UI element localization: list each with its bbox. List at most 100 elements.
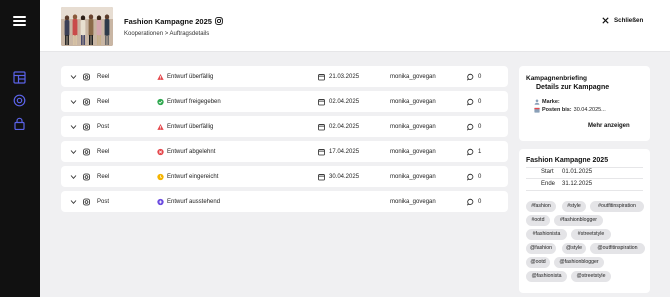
post-until-label: Posten bis: <box>542 107 572 113</box>
briefing-subheading: Details zur Kampagne <box>536 84 610 91</box>
due-date: 21.03.2025 <box>329 73 360 80</box>
hashtag-chip[interactable]: #streetstyle <box>571 229 611 240</box>
mention-chip[interactable]: @outfitinspiration <box>590 243 645 254</box>
chevron-down-icon[interactable] <box>70 149 77 154</box>
calendar-icon <box>318 173 325 180</box>
divider <box>526 178 643 179</box>
instagram-icon <box>83 73 90 80</box>
comment-count: 0 <box>478 198 482 205</box>
instagram-icon <box>83 173 90 180</box>
chevron-down-icon[interactable] <box>70 174 77 179</box>
close-label: Schließen <box>614 17 644 24</box>
comment-icon[interactable] <box>467 173 474 180</box>
comment-icon[interactable] <box>467 73 474 80</box>
mention-chip[interactable]: @fashion <box>526 243 556 254</box>
hashtag-chip[interactable]: #fashion <box>526 201 556 212</box>
due-date: 30.04.2025 <box>329 173 360 180</box>
comment-count: 0 <box>478 73 482 80</box>
deliverable-row[interactable]: Reel Entwurf abgelehnt 17.04.2025 monika… <box>61 141 508 162</box>
start-label: Start <box>541 169 554 175</box>
creator-username: monika_govegan <box>390 198 436 205</box>
plus-circle-icon <box>157 198 164 205</box>
creator-username: monika_govegan <box>390 73 436 80</box>
comment-icon[interactable] <box>467 98 474 105</box>
hashtag-chip[interactable]: #outfitinspiration <box>590 201 644 212</box>
instagram-icon <box>83 148 90 155</box>
deliverable-type: Reel <box>97 98 110 105</box>
deliverable-type: Reel <box>97 73 110 80</box>
sidebar <box>0 0 40 297</box>
chevron-down-icon[interactable] <box>70 199 77 204</box>
comment-count: 1 <box>478 148 482 155</box>
close-icon <box>602 17 609 24</box>
mention-chip[interactable]: @style <box>562 243 586 254</box>
status-label: Entwurf überfällig <box>167 123 214 130</box>
chevron-down-icon[interactable] <box>70 124 77 129</box>
deliverable-type: Post <box>97 123 110 130</box>
end-label: Ende <box>541 181 556 187</box>
deliverable-row[interactable]: Post Entwurf ausstehend monika_govegan 0 <box>61 191 508 212</box>
divider <box>526 167 643 168</box>
deliverable-type: Reel <box>97 173 110 180</box>
hashtag-chip[interactable]: #ootd <box>526 215 550 226</box>
lock-icon[interactable] <box>13 117 26 130</box>
mention-chip[interactable]: @fashionblogger <box>554 257 604 268</box>
comment-icon[interactable] <box>467 148 474 155</box>
chevron-down-icon[interactable] <box>70 99 77 104</box>
brand-label: Marke: <box>542 99 560 105</box>
briefing-card: Kampagnenbriefing Details zur Kampagne M… <box>519 66 650 141</box>
instagram-icon <box>83 123 90 130</box>
hashtag-chip[interactable]: #fashionblogger <box>554 215 603 226</box>
status-label: Entwurf abgelehnt <box>167 148 216 155</box>
breadcrumb: Kooperationen > Auftragsdetails <box>124 31 210 37</box>
dashboard-icon[interactable] <box>13 71 26 84</box>
x-circle-icon <box>157 148 164 155</box>
close-button[interactable]: Schließen <box>602 17 643 24</box>
deliverable-row[interactable]: Reel Entwurf überfällig 21.03.2025 monik… <box>61 66 508 87</box>
creator-username: monika_govegan <box>390 123 436 130</box>
hashtag-chip[interactable]: #style <box>562 201 586 212</box>
creator-username: monika_govegan <box>390 173 436 180</box>
status-label: Entwurf ausstehend <box>167 198 221 205</box>
settings-icon[interactable] <box>13 94 26 107</box>
page-title: Fashion Kampagne 2025 <box>124 17 212 26</box>
divider <box>526 190 643 191</box>
due-date: 02.04.2025 <box>329 98 360 105</box>
deliverable-row[interactable]: Reel Entwurf freigegeben 02.04.2025 moni… <box>61 91 508 112</box>
comment-count: 0 <box>478 98 482 105</box>
end-date: 31.12.2025 <box>562 181 593 187</box>
campaign-thumbnail <box>61 7 113 46</box>
comment-count: 0 <box>478 123 482 130</box>
calendar-icon <box>534 107 540 113</box>
post-until-line: Posten bis: 30.04.2025... <box>534 107 606 113</box>
comment-count: 0 <box>478 173 482 180</box>
mention-chip[interactable]: @streetstyle <box>571 271 611 282</box>
show-more-button[interactable]: Mehr anzeigen <box>588 123 630 129</box>
chevron-down-icon[interactable] <box>70 74 77 79</box>
due-date: 17.04.2025 <box>329 148 360 155</box>
status-label: Entwurf eingereicht <box>167 173 219 180</box>
campaign-card: Fashion Kampagne 2025 Start 01.01.2025 E… <box>519 149 650 293</box>
page-header: Fashion Kampagne 2025 Kooperationen > Au… <box>40 0 670 52</box>
mention-chip[interactable]: @ootd <box>526 257 550 268</box>
deliverable-type: Reel <box>97 148 110 155</box>
deliverable-row[interactable]: Reel Entwurf eingereicht 30.04.2025 moni… <box>61 166 508 187</box>
calendar-icon <box>318 73 325 80</box>
deliverable-type: Post <box>97 198 110 205</box>
hashtag-chip[interactable]: #fashionista <box>526 229 567 240</box>
mention-chip[interactable]: @fashionista <box>526 271 567 282</box>
hamburger-menu-icon[interactable] <box>13 16 26 26</box>
start-date: 01.01.2025 <box>562 169 593 175</box>
campaign-title: Fashion Kampagne 2025 <box>526 157 609 164</box>
status-label: Entwurf überfällig <box>167 73 214 80</box>
status-label: Entwurf freigegeben <box>167 98 221 105</box>
creator-username: monika_govegan <box>390 148 436 155</box>
post-until-value: 30.04.2025... <box>573 107 606 113</box>
comment-icon[interactable] <box>467 198 474 205</box>
instagram-icon <box>215 17 223 25</box>
instagram-icon <box>83 98 90 105</box>
briefing-heading: Kampagnenbriefing <box>526 75 588 82</box>
brand-line: Marke: <box>534 99 562 105</box>
comment-icon[interactable] <box>467 123 474 130</box>
deliverable-row[interactable]: Post Entwurf überfällig 02.04.2025 monik… <box>61 116 508 137</box>
